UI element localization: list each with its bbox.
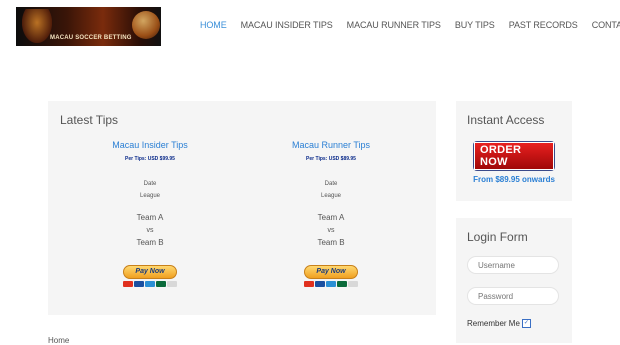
runner-team-a: Team A [317, 213, 345, 222]
runner-team-b: Team B [317, 238, 345, 247]
from-price-text: From $89.95 onwards [473, 175, 555, 184]
insider-tips-column: Macau Insider Tips Per Tips: USD $99.95 … [75, 140, 225, 287]
remember-me-label: Remember Me [467, 319, 520, 328]
soccer-ball-graphic [132, 11, 160, 39]
insider-tips-link[interactable]: Macau Insider Tips [75, 140, 225, 150]
instant-access-panel: Instant Access ORDER NOW From $89.95 onw… [456, 101, 572, 201]
nav-past-records[interactable]: PAST RECORDS [509, 20, 578, 34]
payment-cards-icons [75, 281, 225, 287]
remember-me-checkbox[interactable]: ✓ [521, 319, 531, 328]
mastercard-icon [123, 281, 133, 287]
username-input[interactable] [467, 256, 559, 274]
player-figure-graphic [22, 9, 52, 43]
password-input[interactable] [467, 287, 559, 305]
nav-contact-us[interactable]: CONTACT US [592, 20, 620, 34]
main-nav: HOME MACAU INSIDER TIPS MACAU RUNNER TIP… [200, 20, 620, 34]
mastercard-icon [304, 281, 314, 287]
insider-date: Date [143, 181, 157, 187]
visa-icon [315, 281, 325, 287]
runner-tips-link[interactable]: Macau Runner Tips [256, 140, 406, 150]
visa-icon [134, 281, 144, 287]
jcb-icon [337, 281, 347, 287]
logo-text: MACAU SOCCER BETTING [50, 35, 132, 41]
insider-vs: vs [146, 227, 154, 234]
runner-vs: vs [327, 227, 335, 234]
nav-buy-tips[interactable]: BUY TIPS [455, 20, 495, 34]
discover-icon [348, 281, 358, 287]
login-title: Login Form [467, 230, 528, 244]
order-now-label: ORDER NOW [474, 142, 554, 170]
jcb-icon [156, 281, 166, 287]
amex-icon [145, 281, 155, 287]
nav-macau-insider-tips[interactable]: MACAU INSIDER TIPS [241, 20, 333, 34]
insider-league: League [139, 193, 161, 199]
runner-league: League [320, 193, 342, 199]
insider-tips-price: Per Tips: USD $99.95 [125, 156, 175, 162]
discover-icon [167, 281, 177, 287]
nav-home[interactable]: HOME [200, 20, 227, 34]
runner-date: Date [324, 181, 338, 187]
insider-pay-now-button[interactable]: Pay Now [123, 265, 177, 279]
insider-team-b: Team B [136, 238, 164, 247]
latest-tips-title: Latest Tips [60, 113, 119, 127]
amex-icon [326, 281, 336, 287]
login-panel: Login Form Remember Me ✓ [456, 218, 572, 343]
nav-macau-runner-tips[interactable]: MACAU RUNNER TIPS [347, 20, 441, 34]
runner-pay-now-button[interactable]: Pay Now [304, 265, 358, 279]
insider-team-a: Team A [136, 213, 164, 222]
runner-tips-price: Per Tips: USD $89.95 [306, 156, 356, 162]
payment-cards-icons [256, 281, 406, 287]
site-logo[interactable]: MACAU SOCCER BETTING [16, 7, 161, 46]
order-now-button[interactable]: ORDER NOW [473, 141, 555, 171]
breadcrumb-home[interactable]: Home [48, 336, 69, 345]
latest-tips-panel: Latest Tips Macau Insider Tips Per Tips:… [48, 101, 436, 315]
remember-me-row: Remember Me ✓ [467, 319, 531, 328]
runner-tips-column: Macau Runner Tips Per Tips: USD $89.95 D… [256, 140, 406, 287]
instant-access-title: Instant Access [467, 113, 545, 127]
